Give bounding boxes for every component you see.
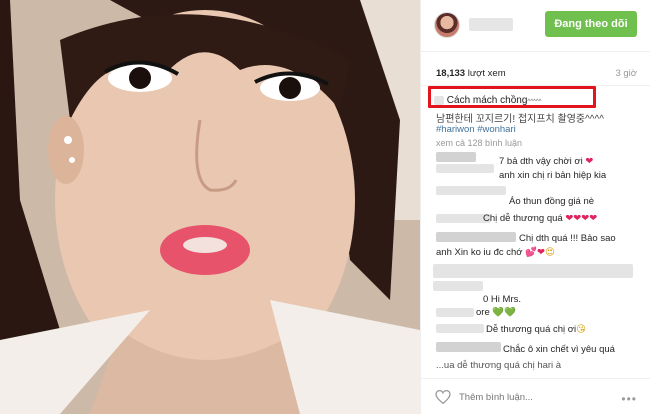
comment-blurred-block: [433, 264, 633, 278]
view-all-comments-link[interactable]: xem cả 128 bình luận: [436, 138, 522, 148]
list-item: Chị dth quá !!! Bảo sao: [519, 233, 616, 244]
following-button[interactable]: Đang theo dõi: [545, 11, 637, 37]
comment-text: Dễ thương quá chị ơi: [486, 324, 577, 335]
list-item: anh Xin ko iu đc chớ 💕❤😍: [436, 247, 555, 258]
comment-username-blurred[interactable]: [436, 324, 484, 333]
comment-text: 0 Hi Mrs.: [483, 294, 521, 305]
list-item: Dễ thương quá chị ơi😘: [486, 324, 586, 335]
comment-footer: •••: [421, 378, 650, 414]
comment-text: Áo thun đồng giá nè: [509, 196, 595, 207]
red-highlight-box: [428, 86, 596, 108]
comment-text: Chắc ô xin chết vì yêu quá: [503, 344, 615, 355]
comment-text: 7 bả dth vậy chời ơi: [499, 156, 586, 167]
comment-username-blurred[interactable]: [436, 164, 494, 173]
heart-emoji: ❤: [585, 156, 594, 167]
username-blurred[interactable]: [469, 18, 513, 31]
comment-username-blurred[interactable]: [436, 308, 474, 317]
comment-username-blurred[interactable]: [436, 232, 516, 242]
post-time[interactable]: 3 giờ: [615, 68, 637, 79]
list-item: 7 bả dth vậy chời ơi ❤: [499, 156, 593, 167]
comment-text: ...ua dễ thương quá chị hari à: [436, 360, 562, 371]
caption-hashtags[interactable]: #hariwon #wonhari: [436, 124, 516, 135]
list-item: Áo thun đồng giá nè: [509, 196, 594, 207]
comment-username-blurred[interactable]: [436, 186, 506, 195]
comment-text: Chị dễ thương quá: [483, 213, 566, 224]
list-item: 0 Hi Mrs.: [483, 294, 521, 305]
list-item: ore 💚💚: [476, 307, 516, 318]
view-count-label: lượt xem: [467, 68, 506, 79]
comment-text: ore: [476, 307, 493, 318]
add-comment-input[interactable]: [459, 387, 609, 407]
comments-section: Cách mách chồng^^^^^ 남편한테 꼬지르기! 접지프치 촬영중…: [421, 86, 650, 378]
ellipsis-icon[interactable]: •••: [621, 392, 637, 406]
avatar[interactable]: [434, 12, 460, 38]
comment-username-blurred[interactable]: [433, 281, 483, 291]
heart-emoji: ❤❤❤❤: [565, 213, 598, 224]
list-item: anh xin chị ri bản hiệp kia: [499, 170, 606, 181]
post-meta: 18,133 lượt xem 3 giờ: [421, 52, 650, 86]
view-count-number: 18,133: [436, 68, 466, 79]
post-photo[interactable]: [0, 0, 420, 414]
comment-username-blurred[interactable]: [436, 152, 476, 162]
comment-text: Chị dth quá !!! Bảo sao: [519, 233, 616, 244]
instagram-post-view: Đang theo dõi 18,133 lượt xem 3 giờ Cách…: [0, 0, 650, 414]
kiss-emoji: 😘: [576, 324, 587, 335]
selfie-illustration: [0, 0, 420, 414]
list-item: Chắc ô xin chết vì yêu quá: [503, 344, 615, 355]
post-header: Đang theo dõi: [421, 0, 650, 52]
view-count: 18,133 lượt xem: [436, 68, 506, 79]
post-side-panel: Đang theo dõi 18,133 lượt xem 3 giờ Cách…: [420, 0, 650, 414]
caption-korean: 남편한테 꼬지르기! 접지프치 촬영중^^^^: [436, 114, 604, 125]
heart-emoji: 💕❤: [525, 247, 545, 258]
comment-text: anh xin chị ri bản hiệp kia: [499, 170, 607, 181]
list-item: Chị dễ thương quá ❤❤❤❤: [483, 213, 597, 224]
comment-username-blurred[interactable]: [436, 342, 501, 352]
comment-text: anh Xin ko iu đc chớ: [436, 247, 526, 258]
green-heart-emoji: 💚💚: [492, 307, 517, 318]
heart-outline-icon[interactable]: [435, 390, 451, 404]
list-item: ...ua dễ thương quá chị hari à: [436, 360, 561, 371]
heart-eyes-emoji: 😍: [544, 247, 555, 258]
